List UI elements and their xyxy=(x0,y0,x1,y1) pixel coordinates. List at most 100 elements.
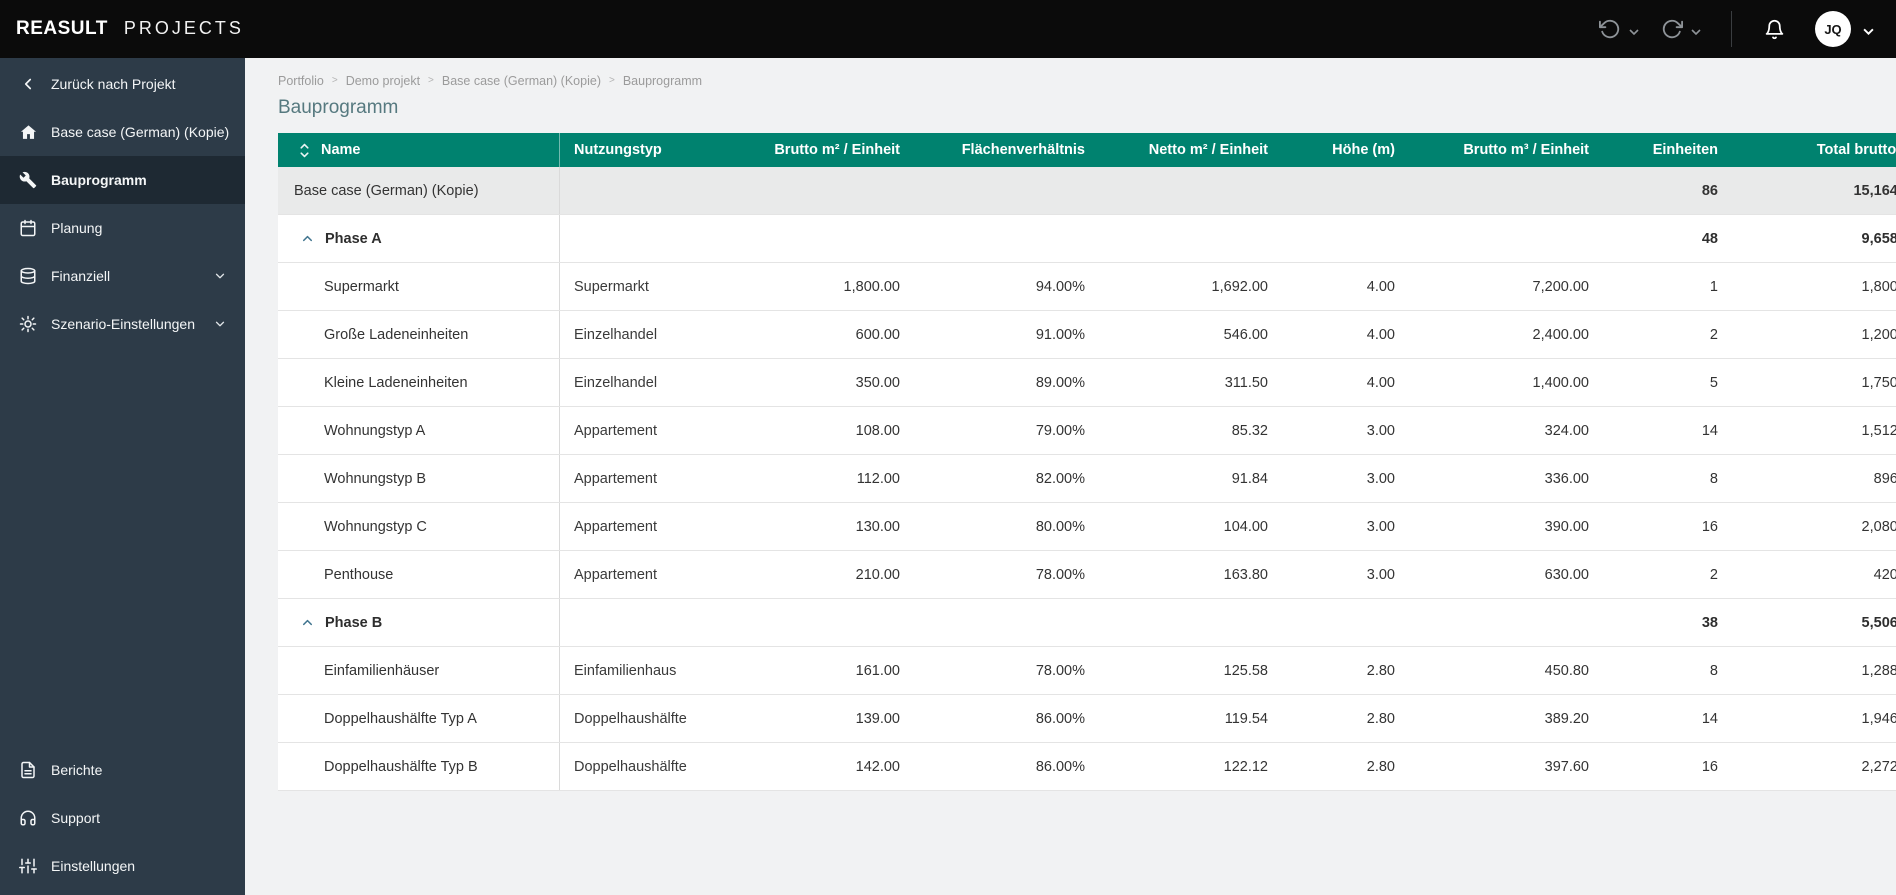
column-header-total-brutto-m2[interactable]: Total brutto m² xyxy=(1734,133,1896,167)
cell-hoehe-m: 2.80 xyxy=(1366,710,1395,727)
table-row-group[interactable]: Phase B 38 5,506.00 xyxy=(278,599,1896,647)
breadcrumb-item-portfolio[interactable]: Portfolio xyxy=(278,74,324,88)
table-row-leaf[interactable]: Penthouse Appartement 210.00 78.00% 163.80 3.… xyxy=(278,551,1896,599)
cell-netto-m2-einheit: 119.54 xyxy=(1224,710,1268,727)
table-row-leaf[interactable]: Kleine Ladeneinheiten Einzelhandel 350.00 8… xyxy=(278,359,1896,407)
avatar[interactable]: JQ xyxy=(1815,11,1851,47)
column-header-flaechenverhaeltnis[interactable]: Flächenverhältnis xyxy=(916,133,1101,167)
cell-brutto-m2-einheit: 600.00 xyxy=(855,326,900,343)
cell-hoehe-m xyxy=(1284,215,1411,262)
chevron-down-icon[interactable] xyxy=(213,317,227,331)
table-row-summary[interactable]: Base case (German) (Kopie) 86 15,164.00 xyxy=(278,167,1896,215)
collapse-icon[interactable] xyxy=(300,231,315,246)
cell-flaechenverhaeltnis: 79.00% xyxy=(1035,422,1085,439)
cell-netto-m2-einheit: 125.58 xyxy=(1223,662,1268,679)
column-header-einheiten[interactable]: Einheiten xyxy=(1605,133,1734,167)
column-header-nutzungstyp[interactable]: Nutzungstyp xyxy=(560,133,732,167)
cell-brutto-m3-einheit: 7,200.00 xyxy=(1532,278,1589,295)
breadcrumb-item-base-case[interactable]: Base case (German) (Kopie) xyxy=(442,74,601,88)
cell-brutto-m2-einheit: 350.00 xyxy=(855,374,900,391)
cell-name: Wohnungstyp B xyxy=(278,455,560,502)
cell-brutto-m2-einheit: 139.00 xyxy=(855,710,900,727)
column-header-brutto-m3-einheit[interactable]: Brutto m³ / Einheit xyxy=(1411,133,1605,167)
main-content: Portfolio > Demo projekt > Base case (Ge… xyxy=(245,58,1896,895)
cell-nutzungstyp: Appartement xyxy=(574,422,658,439)
cell-name: Wohnungstyp C xyxy=(278,503,560,550)
cell-brutto-m3-einheit: 389.20 xyxy=(1544,710,1589,727)
cell-name: Penthouse xyxy=(278,551,560,598)
table-row-leaf[interactable]: Wohnungstyp A Appartement 108.00 79.00% 85.3… xyxy=(278,407,1896,455)
cell-total-brutto-m2: 5,506.00 xyxy=(1861,614,1896,631)
cell-brutto-m2-einheit: 161.00 xyxy=(855,662,900,679)
table-row-leaf[interactable]: Wohnungstyp B Appartement 112.00 82.00% 91.8… xyxy=(278,455,1896,503)
table-header-row: Name Nutzungstyp Brutto m² / Einheit Fläche… xyxy=(278,133,1896,167)
avatar-initials: JQ xyxy=(1824,21,1842,37)
cell-brutto-m3-einheit xyxy=(1411,167,1605,214)
breadcrumb-separator: > xyxy=(608,75,615,86)
sidebar-item-label: Einstellungen xyxy=(51,858,136,874)
table-row-group[interactable]: Phase A 48 9,658.00 xyxy=(278,215,1896,263)
cell-hoehe-m: 4.00 xyxy=(1366,374,1395,391)
cell-hoehe-m: 3.00 xyxy=(1366,422,1395,439)
page-title: Bauprogramm xyxy=(278,97,399,118)
sidebar-item-support[interactable]: Support xyxy=(0,794,245,842)
sidebar-item-einstellungen[interactable]: Einstellungen xyxy=(0,842,245,890)
breadcrumb-item-demo-projekt[interactable]: Demo projekt xyxy=(346,74,420,88)
cell-total-brutto-m2: 896.00 xyxy=(1873,470,1896,487)
cell-brutto-m3-einheit xyxy=(1411,215,1605,262)
table-row-leaf[interactable]: Große Ladeneinheiten Einzelhandel 600.00 91… xyxy=(278,311,1896,359)
table-row-leaf[interactable]: Einfamilienhäuser Einfamilienhaus 161.00 78… xyxy=(278,647,1896,695)
cell-nutzungstyp: Supermarkt xyxy=(574,278,649,295)
sidebar-item-planung[interactable]: Planung xyxy=(0,204,245,252)
cell-einheiten: 38 xyxy=(1701,614,1718,631)
cell-netto-m2-einheit xyxy=(1101,215,1284,262)
redo-options-caret-icon[interactable] xyxy=(1689,25,1703,39)
table-row-leaf[interactable]: Doppelhaushälfte Typ B Doppelhaushälfte 14… xyxy=(278,743,1896,791)
undo-options-caret-icon[interactable] xyxy=(1627,25,1641,39)
cell-brutto-m2-einheit: 210.00 xyxy=(855,566,900,583)
sidebar-item-bauprogramm[interactable]: Bauprogramm xyxy=(0,156,245,204)
sort-icon[interactable] xyxy=(298,142,311,159)
sidebar-item-berichte[interactable]: Berichte xyxy=(0,746,245,794)
column-header-brutto-m2-einheit[interactable]: Brutto m² / Einheit xyxy=(732,133,916,167)
cell-nutzungstyp: Appartement xyxy=(574,470,658,487)
cell-netto-m2-einheit: 311.50 xyxy=(1224,374,1268,391)
cell-brutto-m3-einheit: 630.00 xyxy=(1544,566,1589,583)
table-row-leaf[interactable]: Wohnungstyp C Appartement 130.00 80.00% 104.… xyxy=(278,503,1896,551)
column-header-name[interactable]: Name xyxy=(278,133,560,167)
sidebar-item-label: Finanziell xyxy=(51,268,111,284)
redo-button[interactable] xyxy=(1657,14,1687,44)
chevron-down-icon[interactable] xyxy=(213,269,227,283)
brand-primary: REASULT xyxy=(16,18,108,39)
table-row-leaf[interactable]: Doppelhaushälfte Typ A Doppelhaushälfte 13… xyxy=(278,695,1896,743)
undo-button[interactable] xyxy=(1595,14,1625,44)
sidebar-item-label: Berichte xyxy=(51,762,103,778)
calendar-icon xyxy=(18,219,38,237)
collapse-icon[interactable] xyxy=(300,615,315,630)
cell-total-brutto-m2: 1,512.00 xyxy=(1861,422,1896,439)
cell-brutto-m3-einheit: 397.60 xyxy=(1544,758,1589,775)
table-row-leaf[interactable]: Supermarkt Supermarkt 1,800.00 94.00% 1,692.… xyxy=(278,263,1896,311)
cell-hoehe-m: 3.00 xyxy=(1366,470,1395,487)
coins-icon xyxy=(18,267,38,285)
cell-brutto-m2-einheit: 142.00 xyxy=(855,758,900,775)
wrench-icon xyxy=(18,171,38,189)
column-header-netto-m2-einheit[interactable]: Netto m² / Einheit xyxy=(1101,133,1284,167)
user-menu-caret-icon[interactable] xyxy=(1861,24,1876,39)
cell-nutzungstyp xyxy=(560,167,732,214)
report-icon xyxy=(18,761,38,779)
cell-einheiten: 1 xyxy=(1709,278,1718,295)
cell-brutto-m3-einheit: 390.00 xyxy=(1544,518,1589,535)
back-to-project-button[interactable]: Zurück nach Projekt xyxy=(0,60,245,108)
cell-einheiten: 8 xyxy=(1709,662,1718,679)
sidebar-item-finanziell[interactable]: Finanziell xyxy=(0,252,245,300)
cell-brutto-m3-einheit xyxy=(1411,599,1605,646)
cell-nutzungstyp: Einzelhandel xyxy=(574,374,658,391)
topbar-divider xyxy=(1731,11,1732,47)
sidebar-item-szenario-einstellungen[interactable]: Szenario-Einstellungen xyxy=(0,300,245,348)
notifications-bell-icon[interactable] xyxy=(1760,15,1789,44)
cell-total-brutto-m2: 2,080.00 xyxy=(1861,518,1896,535)
cell-brutto-m2-einheit xyxy=(732,167,916,214)
column-header-hoehe-m[interactable]: Höhe (m) xyxy=(1284,133,1411,167)
sidebar-item-base-case[interactable]: Base case (German) (Kopie) xyxy=(0,108,245,156)
